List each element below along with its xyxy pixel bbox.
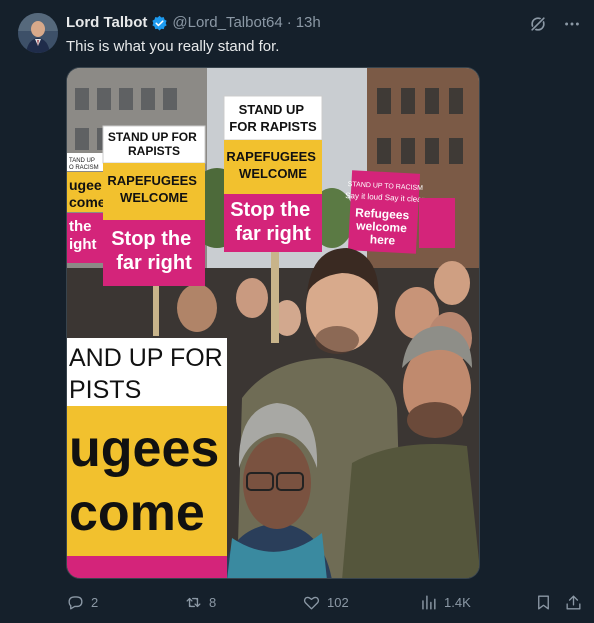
sign2-top-line2: FOR RAPISTS [229, 119, 317, 134]
sign1-mid-line2: WELCOME [120, 190, 188, 205]
retweet-count: 8 [209, 594, 217, 610]
reply-count: 2 [91, 594, 99, 610]
big-sign-top-2: PISTS [69, 376, 141, 404]
grok-icon[interactable] [528, 14, 548, 34]
like-button[interactable]: 102 [302, 593, 349, 612]
left-sign-text-6: ight [69, 236, 97, 253]
sign1-top-line2: RAPISTS [128, 144, 180, 158]
views-icon [422, 594, 436, 610]
author-name[interactable]: Lord Talbot [66, 14, 147, 32]
big-sign-mid-2: come [69, 484, 205, 542]
sign2-top-line1: STAND UP [239, 102, 305, 117]
timestamp[interactable]: 13h [296, 14, 321, 32]
share-icon [566, 594, 581, 610]
top-actions [528, 14, 582, 34]
tweet-media[interactable]: TAND UP O RACISM ugee come the ight STAN… [66, 67, 480, 579]
sign1-top-line1: STAND UP FOR [108, 130, 197, 144]
bookmark-button[interactable] [534, 593, 553, 612]
sign2-bottom-line1: Stop the [230, 199, 310, 221]
left-sign-text-3: ugee [69, 177, 102, 193]
reply-button[interactable]: 2 [66, 593, 98, 612]
reply-icon [68, 595, 83, 610]
left-sign-text-4: come [69, 194, 106, 210]
protest-photo: TAND UP O RACISM ugee come the ight STAN… [67, 68, 479, 578]
big-sign-top-1: AND UP FOR [69, 344, 223, 372]
big-sign-mid-1: ugees [69, 420, 219, 478]
sign1-bottom-line2: far right [116, 252, 192, 274]
left-sign-text-5: the [69, 218, 92, 235]
sign1-bottom-line1: Stop the [111, 228, 191, 250]
left-sign-text-2: O RACISM [69, 165, 99, 171]
avatar-image [18, 13, 58, 53]
author-handle[interactable]: @Lord_Talbot64 [172, 14, 282, 32]
share-button[interactable] [564, 593, 583, 612]
views-button[interactable]: 1.4K [419, 593, 471, 612]
views-count: 1.4K [444, 594, 471, 610]
tweet-text: This is what you really stand for. [66, 38, 280, 55]
more-icon[interactable] [562, 14, 582, 34]
action-bar: 2 8 102 1.4K [66, 590, 586, 614]
separator-dot: · [286, 14, 292, 31]
sign2-bottom-line2: far right [235, 223, 311, 245]
heart-icon [303, 596, 320, 610]
left-sign-text-1: TAND UP [69, 158, 95, 164]
like-count: 102 [327, 594, 349, 610]
sign2-mid-line2: WELCOME [239, 166, 307, 181]
retweet-icon [186, 597, 201, 607]
verified-badge-icon [151, 15, 168, 32]
retweet-button[interactable]: 8 [184, 593, 216, 612]
sign1-mid-line1: RAPEFUGEES [107, 173, 197, 188]
bookmark-icon [538, 594, 549, 610]
avatar[interactable] [18, 13, 58, 53]
sign2-mid-line1: RAPEFUGEES [226, 149, 316, 164]
tweet-header: Lord Talbot @Lord_Talbot64 · 13h [66, 14, 321, 32]
